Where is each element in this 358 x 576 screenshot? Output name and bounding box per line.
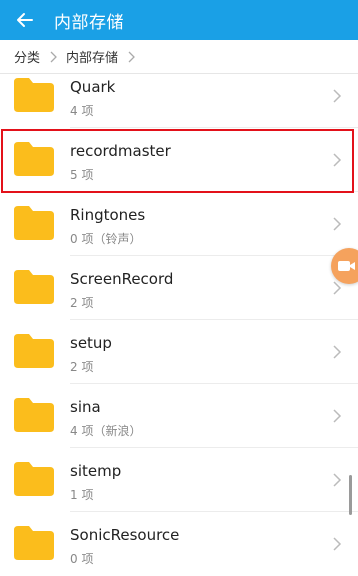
chevron-right-icon xyxy=(333,537,342,551)
folder-name: recordmaster xyxy=(70,142,171,160)
folder-item-count: 4 项（新浪） xyxy=(70,424,142,438)
list-item[interactable]: sina 4 项（新浪） xyxy=(0,384,358,448)
chevron-right-icon xyxy=(50,51,58,63)
folder-item-count: 4 项 xyxy=(70,104,94,118)
folder-name: ScreenRecord xyxy=(70,270,174,288)
back-button[interactable] xyxy=(0,0,50,40)
list-item[interactable]: setup 2 项 xyxy=(0,320,358,384)
folder-name: sitemp xyxy=(70,462,122,480)
list-item[interactable]: Quark 4 项 xyxy=(0,64,358,128)
chevron-right-icon xyxy=(333,409,342,423)
page-title: 内部存储 xyxy=(54,12,124,33)
folder-name: sina xyxy=(70,398,101,416)
chevron-right-icon xyxy=(333,473,342,487)
folder-item-count: 1 项 xyxy=(70,488,94,502)
folder-item-count: 0 项（铃声） xyxy=(70,232,142,246)
folder-item-count: 2 项 xyxy=(70,296,94,310)
list-item[interactable]: ScreenRecord 2 项 xyxy=(0,256,358,320)
folder-icon xyxy=(14,526,54,560)
folder-icon xyxy=(14,334,54,368)
chevron-right-icon xyxy=(333,281,342,295)
folder-name: Ringtones xyxy=(70,206,146,224)
folder-name: Quark xyxy=(70,78,116,96)
chevron-right-icon xyxy=(333,217,342,231)
app-bar: 内部存储 xyxy=(0,0,358,40)
chevron-right-icon xyxy=(333,89,342,103)
folder-item-count: 5 项 xyxy=(70,168,94,182)
folder-icon xyxy=(14,142,54,176)
folder-name: SonicResource xyxy=(70,526,180,544)
folder-icon xyxy=(14,206,54,240)
scrollbar[interactable] xyxy=(349,475,352,515)
folder-item-count: 2 项 xyxy=(70,360,94,374)
folder-icon xyxy=(14,270,54,304)
chevron-right-icon xyxy=(333,153,342,167)
list-item[interactable]: sitemp 1 项 xyxy=(0,448,358,512)
chevron-right-icon xyxy=(333,345,342,359)
folder-name: setup xyxy=(70,334,112,352)
folder-icon xyxy=(14,462,54,496)
back-arrow-icon xyxy=(17,13,33,27)
folder-icon xyxy=(14,398,54,432)
list-item[interactable]: Ringtones 0 项（铃声） xyxy=(0,192,358,256)
list-item[interactable]: SonicResource 0 项 xyxy=(0,512,358,576)
folder-list: Quark 4 项 recordmaster 5 项 Ringtones 0 项… xyxy=(0,64,358,576)
folder-icon xyxy=(14,78,54,112)
list-item[interactable]: recordmaster 5 项 xyxy=(0,128,358,192)
folder-item-count: 0 项 xyxy=(70,552,94,566)
screen-record-icon xyxy=(338,261,355,271)
chevron-right-icon xyxy=(128,51,136,63)
